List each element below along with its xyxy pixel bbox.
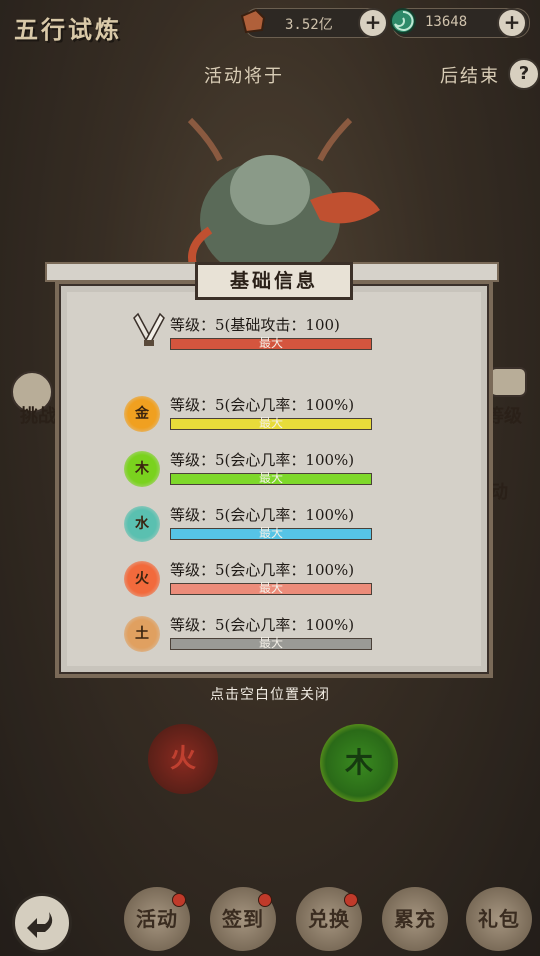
element-progress-bar: 最大 bbox=[170, 636, 372, 650]
element-level-label: 等级：5(会心几率：100%) bbox=[170, 561, 355, 579]
add-jade-button[interactable]: + bbox=[497, 8, 527, 38]
element-level-label: 等级：5(会心几率：100%) bbox=[170, 396, 355, 414]
gold-amount: 3.52亿 bbox=[285, 17, 333, 33]
element-bar-text: 最大 bbox=[258, 636, 283, 650]
wood-element-char: 木 bbox=[344, 746, 373, 779]
element-orb-icon: 火 bbox=[124, 561, 160, 597]
element-bar-text: 最大 bbox=[258, 416, 283, 430]
back-arrow-icon bbox=[27, 912, 53, 938]
jade-swirl-icon bbox=[390, 8, 416, 34]
element-level-label: 等级：5(会心几率：100%) bbox=[170, 616, 355, 634]
element-orb-icon: 金 bbox=[124, 396, 160, 432]
notification-badge bbox=[344, 893, 358, 907]
element-orb-icon: 水 bbox=[124, 506, 160, 542]
help-button[interactable]: ? bbox=[508, 58, 540, 90]
bottom-tab[interactable]: 兑换 bbox=[296, 887, 362, 951]
fire-element-orb[interactable]: 火 bbox=[148, 724, 218, 794]
bottom-tab[interactable]: 累充 bbox=[382, 887, 448, 951]
element-orb-char: 水 bbox=[135, 516, 149, 532]
swords-icon bbox=[133, 312, 165, 346]
event-notice-suffix: 后结束 bbox=[440, 66, 500, 87]
modal-title: 基础信息 bbox=[229, 270, 318, 292]
element-bar-text: 最大 bbox=[258, 526, 283, 540]
gold-ingot-icon bbox=[240, 8, 266, 34]
attack-progress-bar: 最大 bbox=[170, 336, 372, 350]
element-level-label: 等级：5(会心几率：100%) bbox=[170, 506, 355, 524]
element-orb-icon: 土 bbox=[124, 616, 160, 652]
bottom-tab-label: 礼包 bbox=[478, 907, 520, 931]
attack-level-label: 等级：5(基础攻击：100) bbox=[170, 316, 340, 334]
jade-amount: 13648 bbox=[425, 14, 468, 30]
element-level-label: 等级：5(会心几率：100%) bbox=[170, 451, 355, 469]
event-notice-prefix: 活动将于 bbox=[204, 66, 284, 87]
close-hint: 点击空白位置关闭 bbox=[210, 687, 330, 703]
fire-element-char: 火 bbox=[169, 744, 196, 774]
element-progress-bar: 最大 bbox=[170, 471, 372, 485]
element-orb-char: 金 bbox=[135, 406, 149, 422]
element-bar-text: 最大 bbox=[258, 581, 283, 595]
element-orb-char: 土 bbox=[135, 626, 149, 642]
bottom-tab-label: 累充 bbox=[394, 907, 436, 931]
bottom-tab[interactable]: 礼包 bbox=[466, 887, 532, 951]
notification-badge bbox=[258, 893, 272, 907]
add-gold-button[interactable]: + bbox=[358, 8, 388, 38]
element-progress-bar: 最大 bbox=[170, 416, 372, 430]
element-orb-char: 木 bbox=[135, 461, 149, 477]
modal-title-plate: 基础信息 bbox=[195, 262, 353, 300]
dragon-boss-illustration bbox=[187, 117, 380, 280]
bottom-tab[interactable]: 活动 bbox=[124, 887, 190, 951]
challenge-label[interactable]: 挑战 bbox=[20, 402, 56, 428]
back-button[interactable] bbox=[12, 893, 72, 953]
element-progress-bar: 最大 bbox=[170, 581, 372, 595]
bottom-tab[interactable]: 签到 bbox=[210, 887, 276, 951]
element-orb-char: 火 bbox=[135, 571, 149, 587]
page-title: 五行试炼 bbox=[14, 15, 122, 44]
element-orb-icon: 木 bbox=[124, 451, 160, 487]
element-progress-bar: 最大 bbox=[170, 526, 372, 540]
wood-element-orb[interactable]: 木 bbox=[320, 724, 398, 802]
attack-bar-text: 最大 bbox=[258, 336, 283, 350]
notification-badge bbox=[172, 893, 186, 907]
element-bar-text: 最大 bbox=[258, 471, 283, 485]
